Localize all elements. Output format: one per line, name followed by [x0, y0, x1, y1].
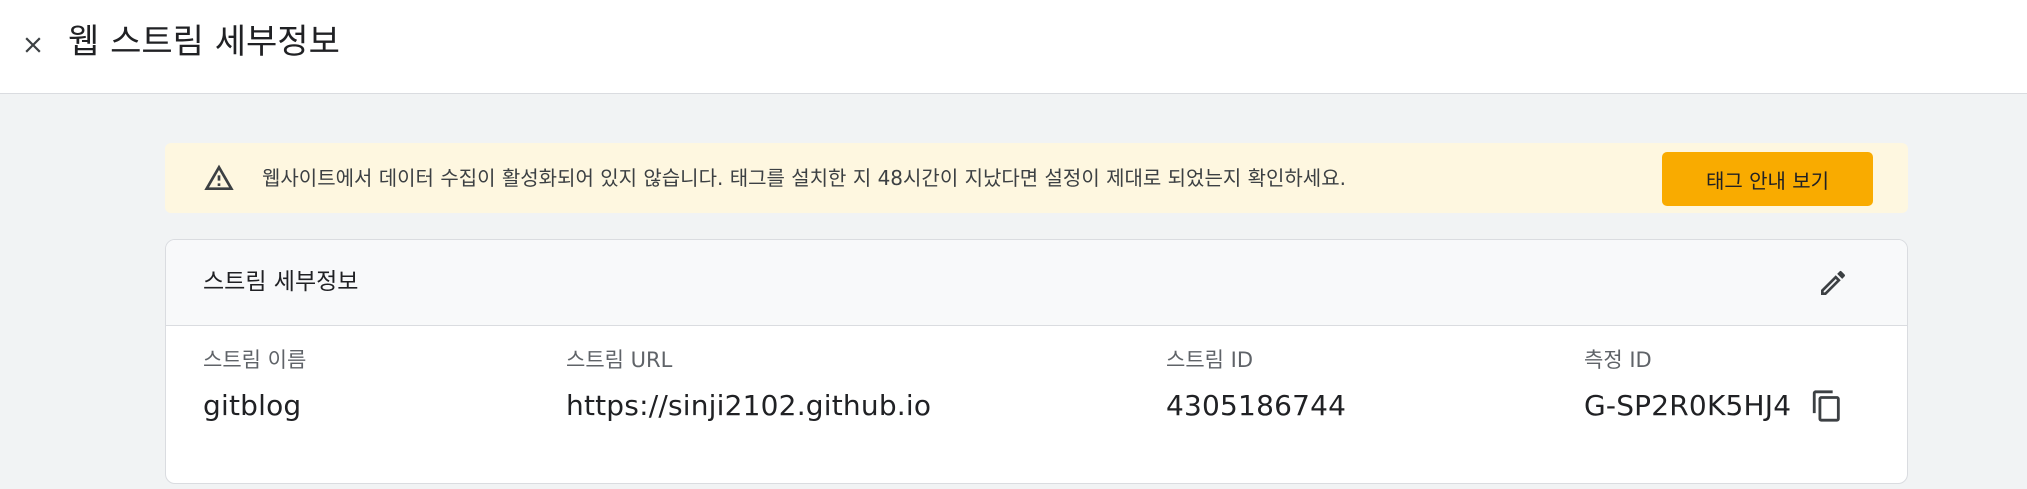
data-collection-warning-banner: 웹사이트에서 데이터 수집이 활성화되어 있지 않습니다. 태그를 설치한 지 …	[165, 143, 1908, 213]
stream-url-label: 스트림 URL	[566, 348, 673, 372]
edit-stream-button[interactable]	[1813, 263, 1853, 303]
measurement-id-value: G-SP2R0K5HJ4	[1584, 389, 1792, 422]
stream-url-value: https://sinji2102.github.io	[566, 389, 932, 422]
view-tag-guide-button[interactable]: 태그 안내 보기	[1662, 152, 1873, 206]
stream-name-field: 스트림 이름 gitblog	[203, 345, 306, 425]
copy-icon	[1813, 390, 1840, 422]
page-title: 웹 스트림 세부정보	[68, 22, 340, 62]
measurement-id-row: G-SP2R0K5HJ4	[1584, 387, 1845, 425]
stream-name-value: gitblog	[203, 389, 302, 422]
stream-id-field: 스트림 ID 4305186744	[1166, 345, 1346, 425]
stream-details-card: 스트림 세부정보 스트림 이름 gitblog 스트림 URL https://…	[165, 239, 1908, 484]
warning-message: 웹사이트에서 데이터 수집이 활성화되어 있지 않습니다. 태그를 설치한 지 …	[262, 166, 1346, 190]
measurement-id-field: 측정 ID G-SP2R0K5HJ4	[1584, 345, 1845, 425]
stream-name-label: 스트림 이름	[203, 348, 307, 372]
stream-id-label: 스트림 ID	[1166, 348, 1253, 372]
stream-url-field: 스트림 URL https://sinji2102.github.io	[566, 345, 931, 425]
measurement-id-label: 측정 ID	[1584, 348, 1652, 372]
card-header: 스트림 세부정보	[166, 240, 1907, 326]
close-icon	[25, 37, 41, 53]
warning-icon	[204, 164, 234, 190]
close-button[interactable]	[14, 22, 52, 68]
stream-id-value: 4305186744	[1166, 389, 1347, 422]
card-title: 스트림 세부정보	[203, 269, 359, 295]
pencil-icon	[1821, 270, 1846, 295]
copy-measurement-id-button[interactable]	[1809, 387, 1845, 425]
top-app-bar: 웹 스트림 세부정보	[0, 0, 2027, 94]
